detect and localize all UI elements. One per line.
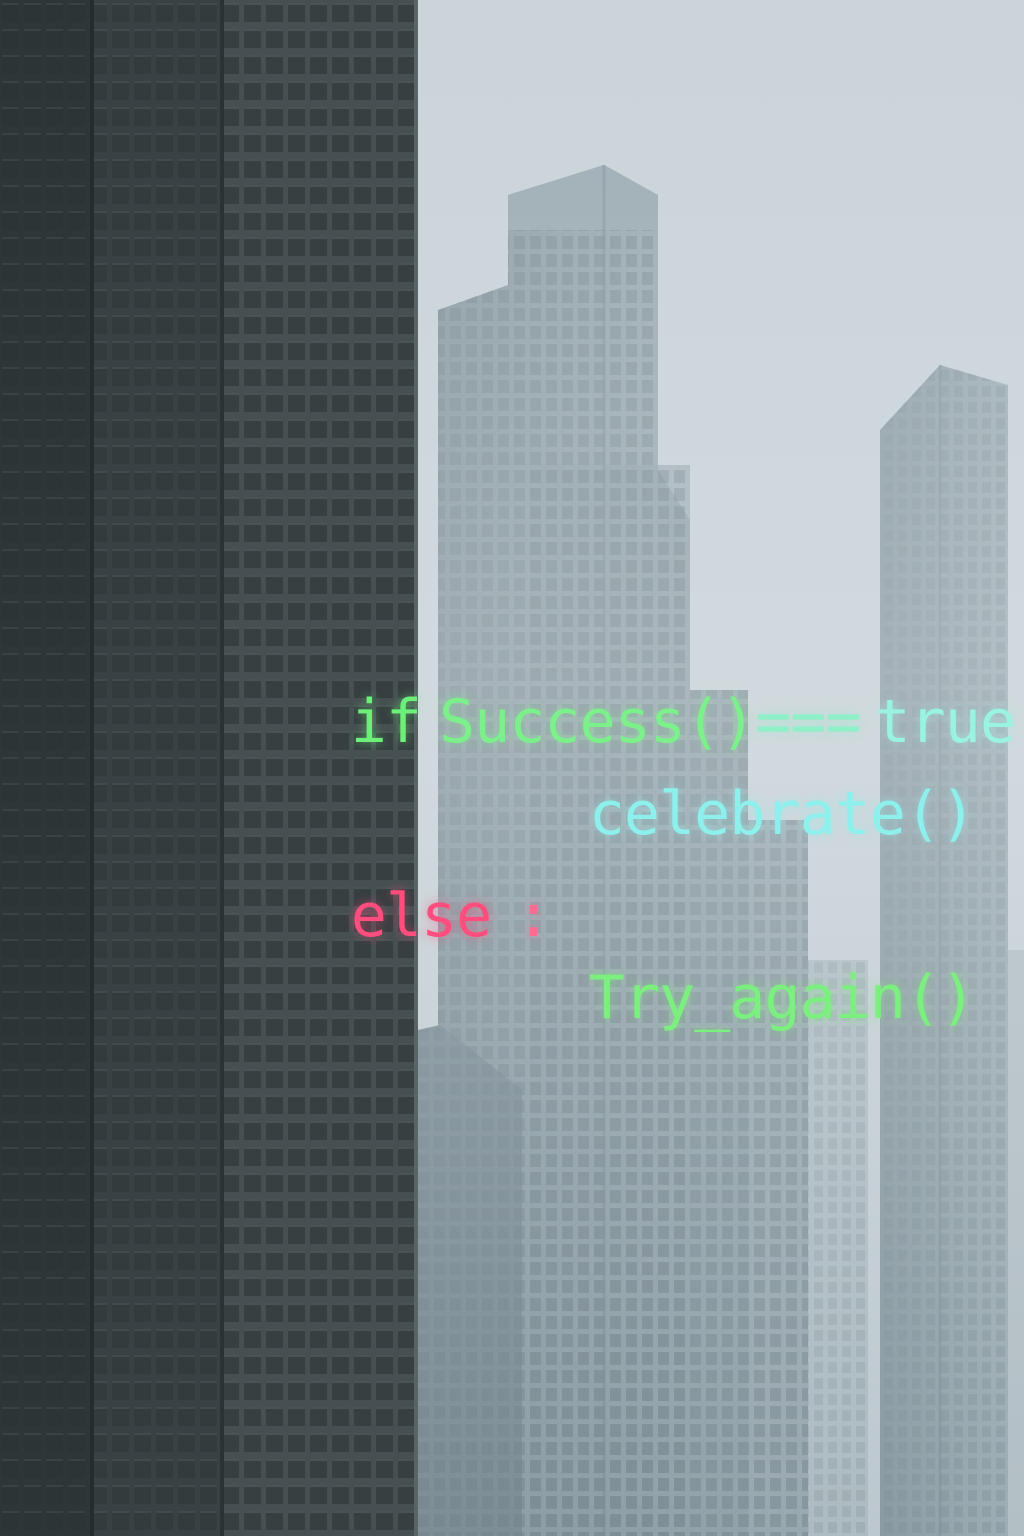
skyline-illustration [0, 0, 1024, 1536]
city-scene: ifSuccess()===true: celebrate() else: Tr… [0, 0, 1024, 1536]
fog-haze [410, 0, 1024, 1536]
foreground-tower [0, 0, 418, 1536]
